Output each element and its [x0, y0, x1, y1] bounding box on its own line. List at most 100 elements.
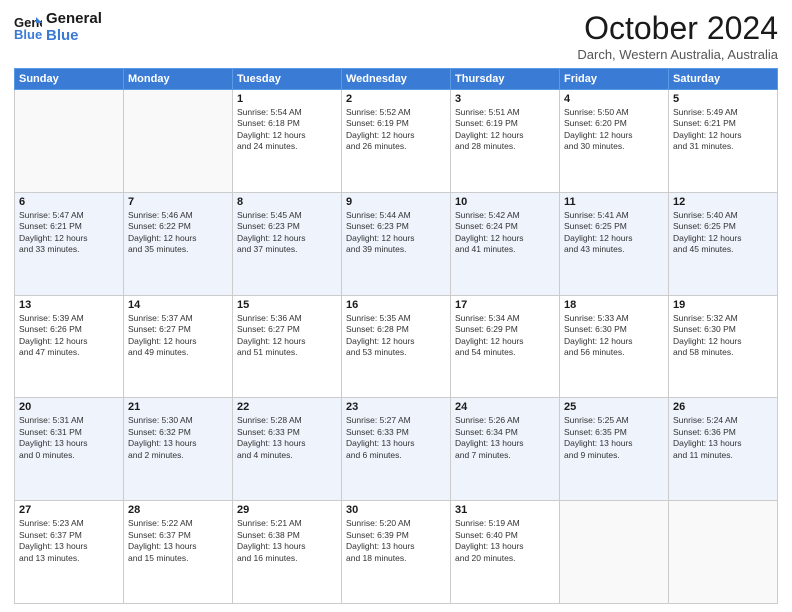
calendar-day-cell: 24 Sunrise: 5:26 AM Sunset: 6:34 PM Dayli… — [451, 398, 560, 501]
day-info: Sunrise: 5:30 AM Sunset: 6:32 PM Dayligh… — [128, 415, 228, 461]
day-number: 27 — [19, 504, 119, 516]
calendar-day-cell: 31Sunrise: 5:19 AM Sunset: 6:40 PM Dayli… — [451, 501, 560, 604]
day-info: Sunrise: 5:20 AM Sunset: 6:39 PM Dayligh… — [346, 518, 446, 564]
calendar-day-cell: 27 Sunrise: 5:23 AM Sunset: 6:37 PM Dayli… — [15, 501, 124, 604]
day-info: Sunrise: 5:36 AM Sunset: 6:27 PM Dayligh… — [237, 313, 337, 359]
svg-text:Blue: Blue — [14, 27, 42, 41]
calendar-week-row: 20 Sunrise: 5:31 AM Sunset: 6:31 PM Dayli… — [15, 398, 778, 501]
day-info: Sunrise: 5:33 AM Sunset: 6:30 PM Dayligh… — [564, 313, 664, 359]
day-number: 17 — [455, 299, 555, 311]
calendar-day-cell: 18 Sunrise: 5:33 AM Sunset: 6:30 PM Dayli… — [560, 295, 669, 398]
day-info: Sunrise: 5:50 AM Sunset: 6:20 PM Dayligh… — [564, 107, 664, 153]
subtitle: Darch, Western Australia, Australia — [577, 47, 778, 62]
calendar-day-cell: 30 Sunrise: 5:20 AM Sunset: 6:39 PM Dayli… — [342, 501, 451, 604]
month-title: October 2024 — [577, 10, 778, 47]
day-info: Sunrise: 5:54 AM Sunset: 6:18 PM Dayligh… — [237, 107, 337, 153]
day-number: 24 — [455, 401, 555, 413]
dow-header: Friday — [560, 69, 669, 90]
day-number: 5 — [673, 93, 773, 105]
calendar-table: SundayMondayTuesdayWednesdayThursdayFrid… — [14, 68, 778, 604]
day-info: Sunrise: 5:39 AM Sunset: 6:26 PM Dayligh… — [19, 313, 119, 359]
day-number: 28 — [128, 504, 228, 516]
day-number: 13 — [19, 299, 119, 311]
dow-header: Wednesday — [342, 69, 451, 90]
calendar-day-cell — [560, 501, 669, 604]
calendar-week-row: 1 Sunrise: 5:54 AM Sunset: 6:18 PM Daylig… — [15, 90, 778, 193]
day-info: Sunrise: 5:45 AM Sunset: 6:23 PM Dayligh… — [237, 210, 337, 256]
calendar-week-row: 27 Sunrise: 5:23 AM Sunset: 6:37 PM Dayli… — [15, 501, 778, 604]
calendar-day-cell: 28 Sunrise: 5:22 AM Sunset: 6:37 PM Dayli… — [124, 501, 233, 604]
calendar-day-cell: 16 Sunrise: 5:35 AM Sunset: 6:28 PM Dayli… — [342, 295, 451, 398]
day-info: Sunrise: 5:31 AM Sunset: 6:31 PM Dayligh… — [19, 415, 119, 461]
header: General Blue General Blue October 2024 D… — [14, 10, 778, 62]
calendar-week-row: 6Sunrise: 5:47 AM Sunset: 6:21 PM Daylig… — [15, 192, 778, 295]
calendar-day-cell: 9 Sunrise: 5:44 AM Sunset: 6:23 PM Daylig… — [342, 192, 451, 295]
day-number: 3 — [455, 93, 555, 105]
day-number: 2 — [346, 93, 446, 105]
calendar-day-cell: 14 Sunrise: 5:37 AM Sunset: 6:27 PM Dayli… — [124, 295, 233, 398]
calendar-day-cell: 4 Sunrise: 5:50 AM Sunset: 6:20 PM Daylig… — [560, 90, 669, 193]
calendar-day-cell: 26 Sunrise: 5:24 AM Sunset: 6:36 PM Dayli… — [669, 398, 778, 501]
day-number: 18 — [564, 299, 664, 311]
day-number: 29 — [237, 504, 337, 516]
day-number: 9 — [346, 196, 446, 208]
day-number: 11 — [564, 196, 664, 208]
day-number: 23 — [346, 401, 446, 413]
logo-line2: Blue — [46, 27, 102, 44]
day-number: 20 — [19, 401, 119, 413]
day-info: Sunrise: 5:19 AM Sunset: 6:40 PM Dayligh… — [455, 518, 555, 564]
logo: General Blue General Blue — [14, 10, 102, 45]
day-info: Sunrise: 5:21 AM Sunset: 6:38 PM Dayligh… — [237, 518, 337, 564]
day-number: 1 — [237, 93, 337, 105]
day-info: Sunrise: 5:44 AM Sunset: 6:23 PM Dayligh… — [346, 210, 446, 256]
day-info: Sunrise: 5:24 AM Sunset: 6:36 PM Dayligh… — [673, 415, 773, 461]
dow-header: Sunday — [15, 69, 124, 90]
day-number: 25 — [564, 401, 664, 413]
day-number: 21 — [128, 401, 228, 413]
calendar-day-cell: 20 Sunrise: 5:31 AM Sunset: 6:31 PM Dayli… — [15, 398, 124, 501]
day-number: 30 — [346, 504, 446, 516]
day-info: Sunrise: 5:41 AM Sunset: 6:25 PM Dayligh… — [564, 210, 664, 256]
day-of-week-row: SundayMondayTuesdayWednesdayThursdayFrid… — [15, 69, 778, 90]
day-info: Sunrise: 5:35 AM Sunset: 6:28 PM Dayligh… — [346, 313, 446, 359]
logo-line1: General — [46, 10, 102, 27]
dow-header: Saturday — [669, 69, 778, 90]
calendar-day-cell: 5Sunrise: 5:49 AM Sunset: 6:21 PM Daylig… — [669, 90, 778, 193]
day-number: 7 — [128, 196, 228, 208]
page: General Blue General Blue October 2024 D… — [0, 0, 792, 612]
day-number: 16 — [346, 299, 446, 311]
dow-header: Tuesday — [233, 69, 342, 90]
calendar-day-cell: 23Sunrise: 5:27 AM Sunset: 6:33 PM Dayli… — [342, 398, 451, 501]
calendar-day-cell — [669, 501, 778, 604]
day-info: Sunrise: 5:40 AM Sunset: 6:25 PM Dayligh… — [673, 210, 773, 256]
calendar-day-cell: 10Sunrise: 5:42 AM Sunset: 6:24 PM Dayli… — [451, 192, 560, 295]
day-number: 14 — [128, 299, 228, 311]
day-number: 22 — [237, 401, 337, 413]
calendar-day-cell — [15, 90, 124, 193]
calendar-day-cell: 7Sunrise: 5:46 AM Sunset: 6:22 PM Daylig… — [124, 192, 233, 295]
title-block: October 2024 Darch, Western Australia, A… — [577, 10, 778, 62]
calendar-week-row: 13 Sunrise: 5:39 AM Sunset: 6:26 PM Dayli… — [15, 295, 778, 398]
calendar-day-cell: 13 Sunrise: 5:39 AM Sunset: 6:26 PM Dayli… — [15, 295, 124, 398]
calendar-day-cell: 6Sunrise: 5:47 AM Sunset: 6:21 PM Daylig… — [15, 192, 124, 295]
day-number: 10 — [455, 196, 555, 208]
day-info: Sunrise: 5:26 AM Sunset: 6:34 PM Dayligh… — [455, 415, 555, 461]
day-info: Sunrise: 5:25 AM Sunset: 6:35 PM Dayligh… — [564, 415, 664, 461]
calendar-day-cell: 15 Sunrise: 5:36 AM Sunset: 6:27 PM Dayli… — [233, 295, 342, 398]
day-info: Sunrise: 5:51 AM Sunset: 6:19 PM Dayligh… — [455, 107, 555, 153]
day-number: 15 — [237, 299, 337, 311]
calendar-day-cell: 25 Sunrise: 5:25 AM Sunset: 6:35 PM Dayli… — [560, 398, 669, 501]
day-info: Sunrise: 5:22 AM Sunset: 6:37 PM Dayligh… — [128, 518, 228, 564]
day-number: 4 — [564, 93, 664, 105]
day-info: Sunrise: 5:37 AM Sunset: 6:27 PM Dayligh… — [128, 313, 228, 359]
calendar-body: 1 Sunrise: 5:54 AM Sunset: 6:18 PM Daylig… — [15, 90, 778, 604]
dow-header: Thursday — [451, 69, 560, 90]
calendar-day-cell: 21 Sunrise: 5:30 AM Sunset: 6:32 PM Dayli… — [124, 398, 233, 501]
calendar-day-cell: 8Sunrise: 5:45 AM Sunset: 6:23 PM Daylig… — [233, 192, 342, 295]
day-number: 26 — [673, 401, 773, 413]
calendar-day-cell: 19 Sunrise: 5:32 AM Sunset: 6:30 PM Dayli… — [669, 295, 778, 398]
calendar-day-cell: 2Sunrise: 5:52 AM Sunset: 6:19 PM Daylig… — [342, 90, 451, 193]
day-info: Sunrise: 5:32 AM Sunset: 6:30 PM Dayligh… — [673, 313, 773, 359]
day-number: 19 — [673, 299, 773, 311]
day-info: Sunrise: 5:23 AM Sunset: 6:37 PM Dayligh… — [19, 518, 119, 564]
